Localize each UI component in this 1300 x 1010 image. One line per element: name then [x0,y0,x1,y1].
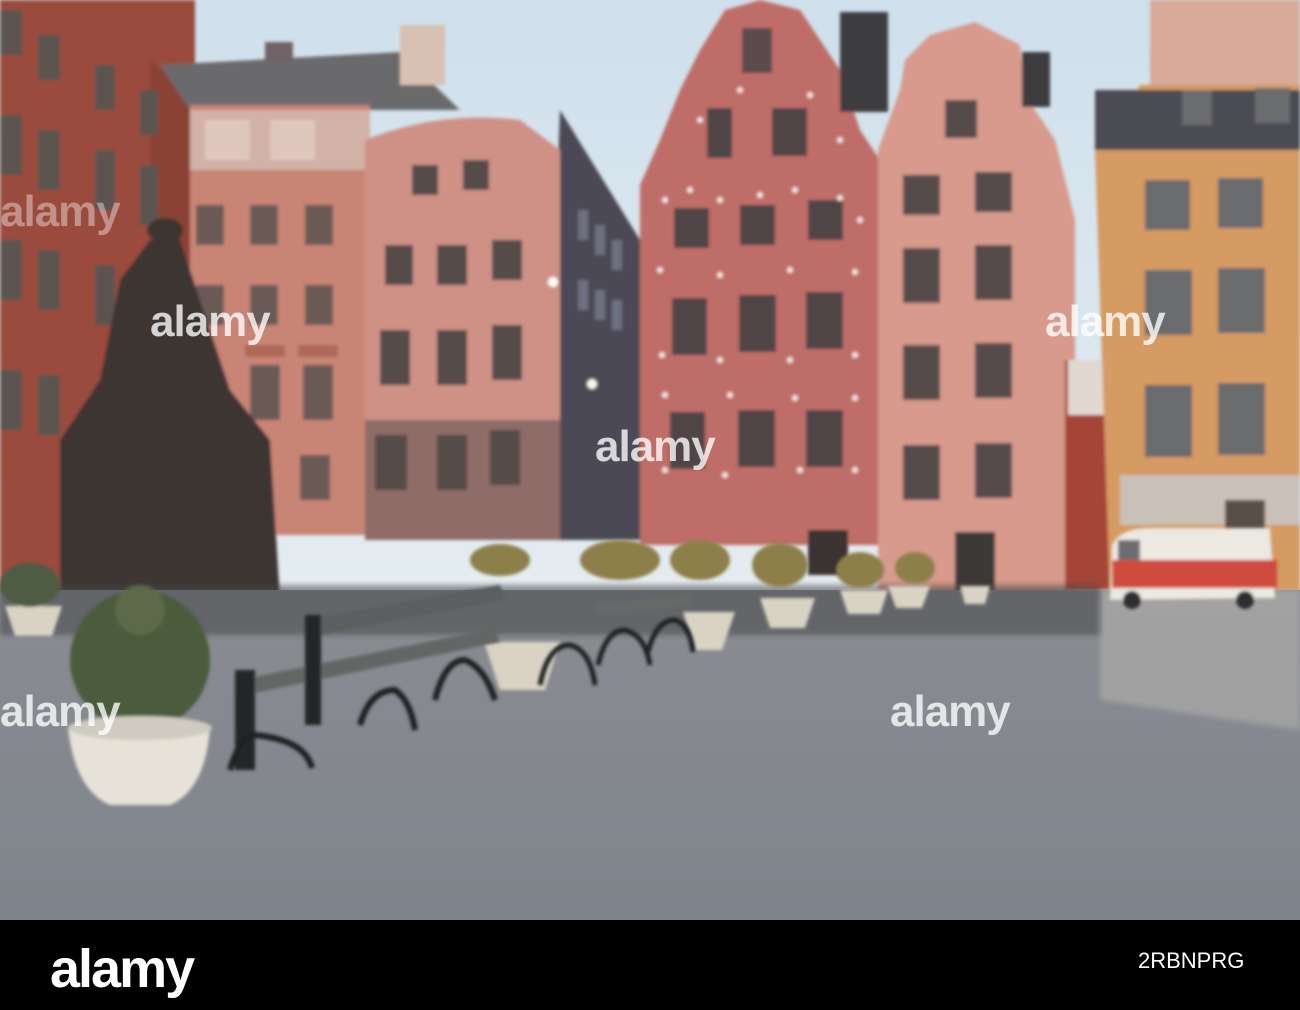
watermark-text: alamy [595,422,716,471]
watermark-text: alamy [1045,297,1166,346]
image-id-label: 2RBNPRG [1138,948,1245,973]
white-van [1110,528,1277,609]
watermark-text: alamy [150,297,271,346]
watermark-text: alamy [0,187,121,236]
footer-bar [0,920,1300,1010]
photo: alamy alamy alamy alamy alamy alamy [0,0,1300,920]
watermark-text: alamy [0,687,121,736]
watermark-text: alamy [890,687,1011,736]
alamy-logo: alamy [50,939,195,999]
